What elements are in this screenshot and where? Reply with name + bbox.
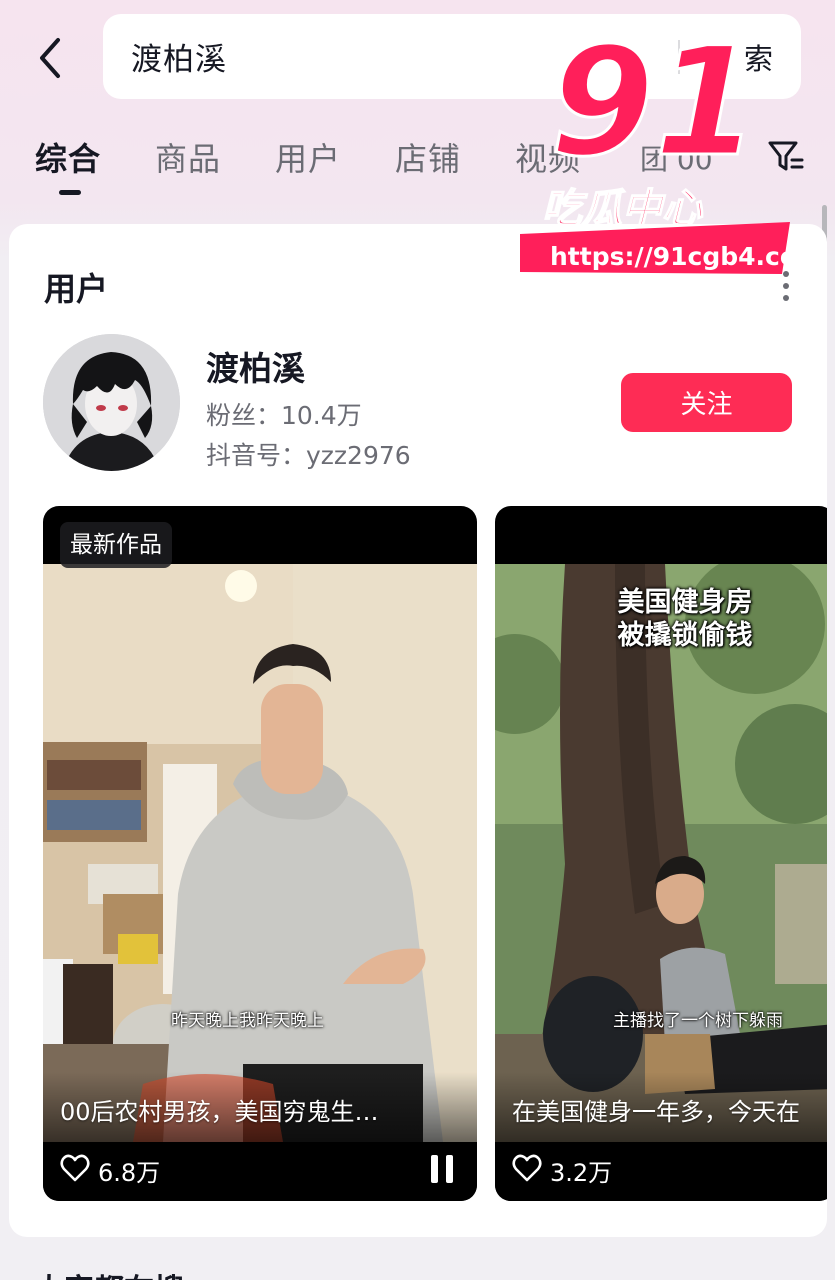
- tab-products[interactable]: 商品: [155, 134, 221, 180]
- search-query-text: 渡柏溪: [131, 42, 227, 78]
- video-overlay-line-1: 美国健身房: [617, 587, 753, 618]
- next-section-title: 大家都在搜: [34, 1265, 184, 1280]
- next-section: 大家都在搜: [0, 1245, 835, 1280]
- video-footer: 3.2万: [495, 1142, 827, 1201]
- video-subtitle: 昨天晚上我昨天晚上: [171, 1011, 324, 1031]
- tab-all[interactable]: 综合: [35, 134, 101, 180]
- video-subtitle: 主播找了一个树下躲雨: [613, 1011, 783, 1031]
- video-tile[interactable]: 最新作品 昨天晚上我昨天晚上 00后农村男孩，美国穷鬼生… 6.8万: [43, 506, 477, 1201]
- follower-count: 粉丝：10.4万: [206, 401, 362, 430]
- video-thumbnail: [43, 564, 477, 1142]
- filter-icon[interactable]: [766, 136, 806, 176]
- active-tab-indicator: [59, 190, 81, 195]
- tab-videos[interactable]: 视频: [515, 134, 581, 180]
- heart-icon: [60, 1154, 90, 1182]
- video-title: 在美国健身一年多，今天在: [512, 1098, 800, 1126]
- more-options-icon[interactable]: [771, 266, 801, 306]
- douyin-id: 抖音号：yzz2976: [206, 441, 411, 470]
- pause-icon[interactable]: [429, 1154, 455, 1184]
- back-button[interactable]: [28, 30, 72, 86]
- like-count: 6.8万: [98, 1159, 161, 1187]
- latest-work-badge: 最新作品: [60, 522, 172, 568]
- chevron-left-icon: [40, 38, 60, 78]
- heart-icon: [512, 1154, 542, 1182]
- follow-button[interactable]: 关注: [621, 373, 792, 432]
- search-submit-button[interactable]: 索: [744, 36, 773, 78]
- avatar-image: [43, 334, 180, 471]
- search-divider: [678, 40, 680, 74]
- tab-bar: 综合 商品 用户 店铺 视频 团 00: [0, 128, 835, 198]
- video-tile[interactable]: 美国健身房 被撬锁偷钱 主播找了一个树下躲雨 在美国健身一年多，今天在 3.2万: [495, 506, 827, 1201]
- user-result-card: 用户 渡柏溪 粉丝：10.4万 抖音号：yzz2976 关注 最新作品 昨天晚上…: [9, 224, 827, 1237]
- section-title: 用户: [44, 270, 109, 308]
- video-overlay-line-2: 被撬锁偷钱: [617, 620, 753, 651]
- video-title: 00后农村男孩，美国穷鬼生…: [60, 1098, 379, 1126]
- avatar[interactable]: [43, 334, 180, 471]
- tab-users[interactable]: 用户: [275, 134, 341, 180]
- user-name[interactable]: 渡柏溪: [206, 342, 305, 390]
- video-footer: 6.8万: [43, 1142, 477, 1201]
- search-input[interactable]: 渡柏溪 索: [103, 14, 801, 99]
- like-count: 3.2万: [550, 1159, 613, 1187]
- tab-shops[interactable]: 店铺: [395, 134, 461, 180]
- tab-more-partial[interactable]: 团 00: [640, 138, 713, 178]
